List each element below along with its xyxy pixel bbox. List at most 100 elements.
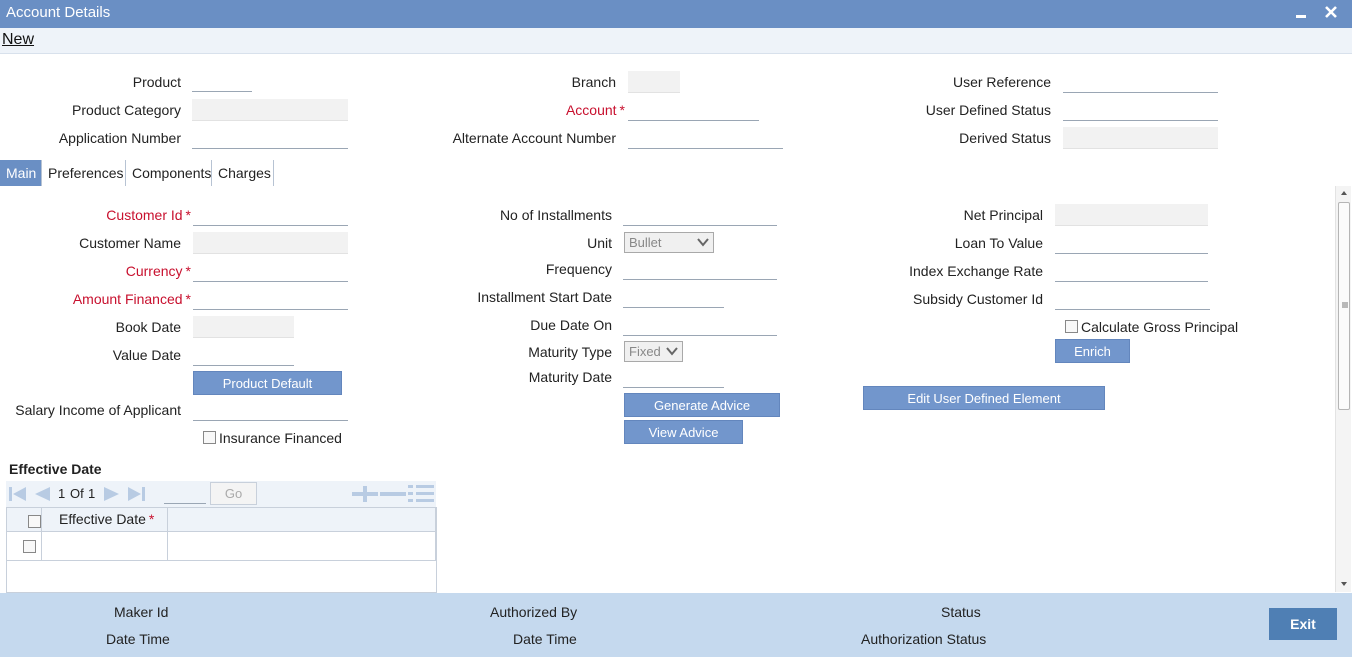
tab-main[interactable]: Main — [0, 160, 42, 186]
required-marker: * — [619, 102, 625, 118]
status-label: Status — [941, 604, 981, 620]
user-reference-field[interactable] — [1063, 71, 1218, 93]
product-field[interactable] — [192, 70, 252, 92]
loan-to-value-field[interactable] — [1055, 232, 1208, 254]
add-row-icon[interactable] — [352, 486, 378, 502]
maturity-date-label: Maturity Date — [528, 369, 612, 385]
authorized-by-label: Authorized By — [490, 604, 578, 620]
insurance-financed-label: Insurance Financed — [219, 430, 342, 446]
new-link[interactable]: New — [2, 31, 34, 49]
frequency-label: Frequency — [545, 261, 612, 277]
due-date-on-field[interactable] — [623, 314, 777, 336]
due-date-on-label: Due Date On — [530, 317, 612, 333]
maturity-type-select[interactable]: Fixed — [624, 341, 683, 362]
table-row[interactable] — [7, 532, 436, 561]
unit-select[interactable]: Bullet — [624, 232, 714, 253]
effective-date-section-title: Effective Date — [9, 461, 102, 477]
single-view-icon[interactable] — [408, 484, 434, 504]
go-button[interactable]: Go — [210, 482, 257, 505]
title-bar: Account Details — [0, 0, 1352, 28]
maturity-type-select-value: Fixed — [629, 344, 661, 359]
scroll-up-icon[interactable] — [1340, 189, 1348, 197]
net-principal-field[interactable] — [1055, 204, 1208, 226]
user-defined-status-field[interactable] — [1063, 99, 1218, 121]
window-title: Account Details — [6, 4, 111, 21]
last-page-icon[interactable] — [126, 485, 146, 503]
account-field[interactable] — [628, 99, 759, 121]
tab-preferences[interactable]: Preferences — [42, 160, 126, 186]
pager-total: 1 — [88, 486, 96, 501]
unit-select-value: Bullet — [629, 235, 662, 250]
delete-row-icon[interactable] — [380, 486, 406, 502]
tab-components[interactable]: Components — [126, 160, 212, 186]
calculate-gross-principal-label: Calculate Gross Principal — [1081, 319, 1239, 335]
tab-charges[interactable]: Charges — [212, 160, 274, 186]
maturity-date-field[interactable] — [623, 366, 724, 388]
amount-financed-label: Amount Financed * — [72, 291, 191, 307]
enrich-button[interactable]: Enrich — [1055, 339, 1130, 363]
customer-name-label: Customer Name — [79, 235, 181, 251]
value-date-field[interactable] — [193, 344, 294, 366]
product-label: Product — [132, 74, 181, 90]
grid-pager: 1 Of 1 Go — [6, 481, 436, 507]
exit-button[interactable]: Exit — [1269, 608, 1337, 640]
page-number-input[interactable] — [164, 483, 206, 504]
previous-page-icon[interactable] — [32, 485, 52, 503]
grip-icon — [1342, 302, 1348, 308]
minimize-icon[interactable] — [1290, 2, 1312, 24]
derived-status-field[interactable] — [1063, 127, 1218, 149]
no-of-installments-label: No of Installments — [499, 207, 612, 223]
view-advice-button[interactable]: View Advice — [624, 420, 743, 444]
edit-user-defined-element-button[interactable]: Edit User Defined Element — [863, 386, 1105, 410]
product-default-button[interactable]: Product Default — [193, 371, 342, 395]
toolbar: New — [0, 28, 1352, 54]
select-all-checkbox[interactable] — [28, 515, 41, 528]
index-exchange-rate-label: Index Exchange Rate — [909, 263, 1043, 279]
required-marker: * — [148, 511, 155, 527]
currency-field[interactable] — [193, 260, 348, 282]
installment-start-date-label: Installment Start Date — [477, 289, 612, 305]
net-principal-label: Net Principal — [963, 207, 1043, 223]
installment-start-date-field[interactable] — [623, 286, 724, 308]
scroll-down-icon[interactable] — [1340, 580, 1348, 588]
pager-current: 1 — [58, 486, 66, 501]
customer-name-field[interactable] — [193, 232, 348, 254]
product-category-field[interactable] — [192, 99, 348, 121]
required-marker: * — [185, 263, 191, 279]
footer-audit-bar: Maker Id Date Time Authorized By Date Ti… — [0, 593, 1352, 657]
value-date-label: Value Date — [112, 347, 181, 363]
scrollbar-thumb[interactable] — [1338, 202, 1350, 410]
amount-financed-field[interactable] — [193, 288, 348, 310]
required-marker: * — [185, 291, 191, 307]
branch-field[interactable] — [628, 71, 680, 93]
next-page-icon[interactable] — [102, 485, 122, 503]
close-icon[interactable] — [1320, 2, 1342, 24]
derived-status-label: Derived Status — [959, 130, 1051, 146]
vertical-scrollbar[interactable] — [1335, 186, 1351, 592]
subsidy-customer-id-field[interactable] — [1055, 288, 1210, 310]
first-page-icon[interactable] — [8, 485, 28, 503]
book-date-field[interactable] — [193, 316, 294, 338]
salary-income-field[interactable] — [193, 399, 348, 421]
frequency-field[interactable] — [623, 258, 777, 280]
maker-id-label: Maker Id — [114, 604, 169, 620]
pager-of-label: Of — [70, 486, 84, 501]
subsidy-customer-id-label: Subsidy Customer Id — [913, 291, 1043, 307]
branch-label: Branch — [571, 74, 616, 90]
no-of-installments-field[interactable] — [623, 204, 777, 226]
application-number-field[interactable] — [192, 127, 348, 149]
customer-id-field[interactable] — [193, 204, 348, 226]
authorization-status-label: Authorization Status — [861, 631, 987, 647]
alternate-account-number-label: Alternate Account Number — [452, 130, 616, 146]
calculate-gross-principal-checkbox[interactable] — [1065, 320, 1078, 333]
account-label: Account * — [565, 102, 625, 118]
salary-income-label: Salary Income of Applicant — [15, 402, 181, 418]
insurance-financed-checkbox[interactable] — [203, 431, 216, 444]
row-checkbox[interactable] — [23, 540, 36, 553]
alternate-account-number-field[interactable] — [628, 127, 783, 149]
date-time-label: Date Time — [106, 631, 170, 647]
index-exchange-rate-field[interactable] — [1055, 260, 1208, 282]
user-reference-label: User Reference — [952, 74, 1051, 90]
chevron-down-icon — [666, 347, 678, 356]
generate-advice-button[interactable]: Generate Advice — [624, 393, 780, 417]
